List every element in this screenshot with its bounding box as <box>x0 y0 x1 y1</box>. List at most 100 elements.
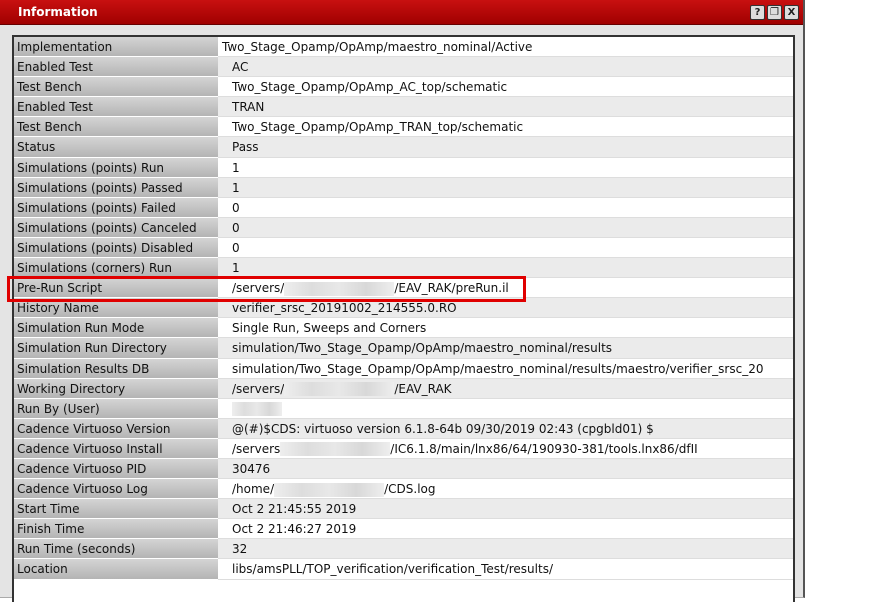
row-value: TRAN <box>218 97 793 118</box>
value-text: Two_Stage_Opamp/OpAmp_TRAN_top/schematic <box>232 120 524 135</box>
value-text: verifier_srsc_20191002_214555.0.RO <box>232 301 457 316</box>
row-value: 1 <box>218 177 793 198</box>
value-text: 0 <box>232 240 240 255</box>
table-row: Run By (User) <box>14 398 793 419</box>
close-button[interactable]: X <box>784 4 799 20</box>
table-row: Cadence Virtuoso Log/home/ /CDS.log <box>14 479 793 500</box>
row-label: Status <box>14 137 218 158</box>
highlight-box <box>7 276 526 302</box>
title-bar[interactable]: Information ? ❐ X <box>0 0 803 25</box>
value-text: 0 <box>232 220 240 235</box>
value-text: Two_Stage_Opamp/OpAmp/maestro_nominal/Ac… <box>222 40 533 54</box>
value-text: Single Run, Sweeps and Corners <box>232 321 427 336</box>
row-value: Pass <box>218 137 793 158</box>
value-text: 32 <box>232 542 248 557</box>
table-row: Working Directory/servers/ /EAV_RAK <box>14 378 793 399</box>
value-text: Oct 2 21:45:55 2019 <box>232 502 357 517</box>
value-text: libs/amsPLL/TOP_verification/verificatio… <box>232 562 553 577</box>
row-label: Working Directory <box>14 378 218 399</box>
value-text: /IC6.1.8/main/lnx86/64/190930-381/tools.… <box>390 441 698 456</box>
redacted-blur <box>274 482 385 497</box>
value-text: /servers/ <box>232 381 285 396</box>
table-row: Simulations (points) Canceled 0 <box>14 217 793 238</box>
table-row: Simulation Results DB simulation/Two_Stag… <box>14 358 793 379</box>
row-label: Test Bench <box>14 77 218 98</box>
row-label: Simulations (points) Canceled <box>14 217 218 238</box>
table-row: Start Time Oct 2 21:45:55 2019 <box>14 499 793 520</box>
row-label: Run By (User) <box>14 398 218 419</box>
info-table: Implementation Two_Stage_Opamp/OpAmp/maes… <box>12 35 795 602</box>
restore-button[interactable]: ❐ <box>767 4 782 20</box>
table-row: Finish Time Oct 2 21:46:27 2019 <box>14 519 793 540</box>
row-label: Simulation Run Directory <box>14 338 218 359</box>
row-value <box>218 398 793 419</box>
row-value: /servers/IC6.1.8/main/lnx86/64/190930-38… <box>218 438 793 459</box>
row-value: Oct 2 21:45:55 2019 <box>218 499 793 520</box>
table-row: Simulations (points) Disabled 0 <box>14 237 793 259</box>
value-text: simulation/Two_Stage_Opamp/OpAmp/maestro… <box>232 361 764 376</box>
row-label: Cadence Virtuoso Install <box>14 438 218 459</box>
value-text: 1 <box>232 180 240 195</box>
table-row: Status Pass <box>14 137 793 158</box>
redacted-blur <box>284 382 395 397</box>
value-text: /EAV_RAK <box>394 381 452 396</box>
row-label: Cadence Virtuoso Version <box>14 418 218 439</box>
row-value: libs/amsPLL/TOP_verification/verificatio… <box>218 559 793 580</box>
value-text: 1 <box>232 160 240 175</box>
table-row: Simulation Run Directory simulation/Two_S… <box>14 338 793 359</box>
value-text: @(#)$CDS: virtuoso version 6.1.8-64b 09/… <box>232 421 654 436</box>
row-value: 0 <box>218 237 793 259</box>
window-title: Information <box>18 5 98 19</box>
value-text: /home/ <box>232 482 275 497</box>
row-value: /home/ /CDS.log <box>218 479 793 500</box>
value-text: Two_Stage_Opamp/OpAmp_AC_top/schematic <box>232 80 508 95</box>
value-text: 1 <box>232 261 240 276</box>
row-label: Simulations (points) Passed <box>14 177 218 198</box>
row-label: Test Bench <box>14 117 218 138</box>
row-label: Simulations (points) Failed <box>14 197 218 218</box>
row-value: Two_Stage_Opamp/OpAmp_TRAN_top/schematic <box>218 117 793 138</box>
value-text: TRAN <box>232 100 265 115</box>
row-label: Cadence Virtuoso Log <box>14 479 218 500</box>
information-window: Information ? ❐ X Implementation Two_Stag… <box>0 0 805 602</box>
row-label: Simulation Results DB <box>14 358 218 379</box>
row-value: @(#)$CDS: virtuoso version 6.1.8-64b 09/… <box>218 418 793 439</box>
help-button[interactable]: ? <box>750 4 765 20</box>
row-value: Single Run, Sweeps and Corners <box>218 318 793 339</box>
table-row: Test Bench Two_Stage_Opamp/OpAmp_TRAN_top… <box>14 117 793 138</box>
table-row: Test Bench Two_Stage_Opamp/OpAmp_AC_top/s… <box>14 77 793 98</box>
table-row: Simulations (points) Failed 0 <box>14 197 793 218</box>
row-value: Two_Stage_Opamp/OpAmp_AC_top/schematic <box>218 77 793 98</box>
value-text: Oct 2 21:46:27 2019 <box>232 522 357 537</box>
value-text: AC <box>232 60 249 75</box>
row-value: 0 <box>218 197 793 218</box>
table-row: Enabled Test AC <box>14 57 793 78</box>
table-row: Simulations (points) Passed 1 <box>14 177 793 198</box>
row-label: Simulation Run Mode <box>14 318 218 339</box>
row-value: 30476 <box>218 458 793 480</box>
row-label: Implementation <box>14 37 218 58</box>
row-value: simulation/Two_Stage_Opamp/OpAmp/maestro… <box>218 358 793 379</box>
row-label: Run Time (seconds) <box>14 539 218 560</box>
row-value: 1 <box>218 157 793 178</box>
row-label: Enabled Test <box>14 97 218 118</box>
table-row: Cadence Virtuoso Version @(#)$CDS: virtuo… <box>14 418 793 439</box>
row-label: Cadence Virtuoso PID <box>14 458 218 480</box>
row-label: Start Time <box>14 499 218 520</box>
row-value: 0 <box>218 217 793 238</box>
table-row: Simulations (points) Run 1 <box>14 157 793 178</box>
table-row: Enabled Test TRAN <box>14 97 793 118</box>
row-label: Location <box>14 559 218 580</box>
row-value: Two_Stage_Opamp/OpAmp/maestro_nominal/Ac… <box>218 37 793 58</box>
redacted-blur <box>280 442 391 457</box>
row-value: 32 <box>218 539 793 560</box>
value-text: /servers <box>232 441 281 456</box>
table-row: Simulation Run Mode Single Run, Sweeps an… <box>14 318 793 339</box>
row-value: Oct 2 21:46:27 2019 <box>218 519 793 540</box>
row-value: simulation/Two_Stage_Opamp/OpAmp/maestro… <box>218 338 793 359</box>
table-row: Cadence Virtuoso PID 30476 <box>14 458 793 480</box>
value-text: 0 <box>232 200 240 215</box>
row-value: AC <box>218 57 793 78</box>
row-label: Finish Time <box>14 519 218 540</box>
value-text: /CDS.log <box>384 482 436 497</box>
